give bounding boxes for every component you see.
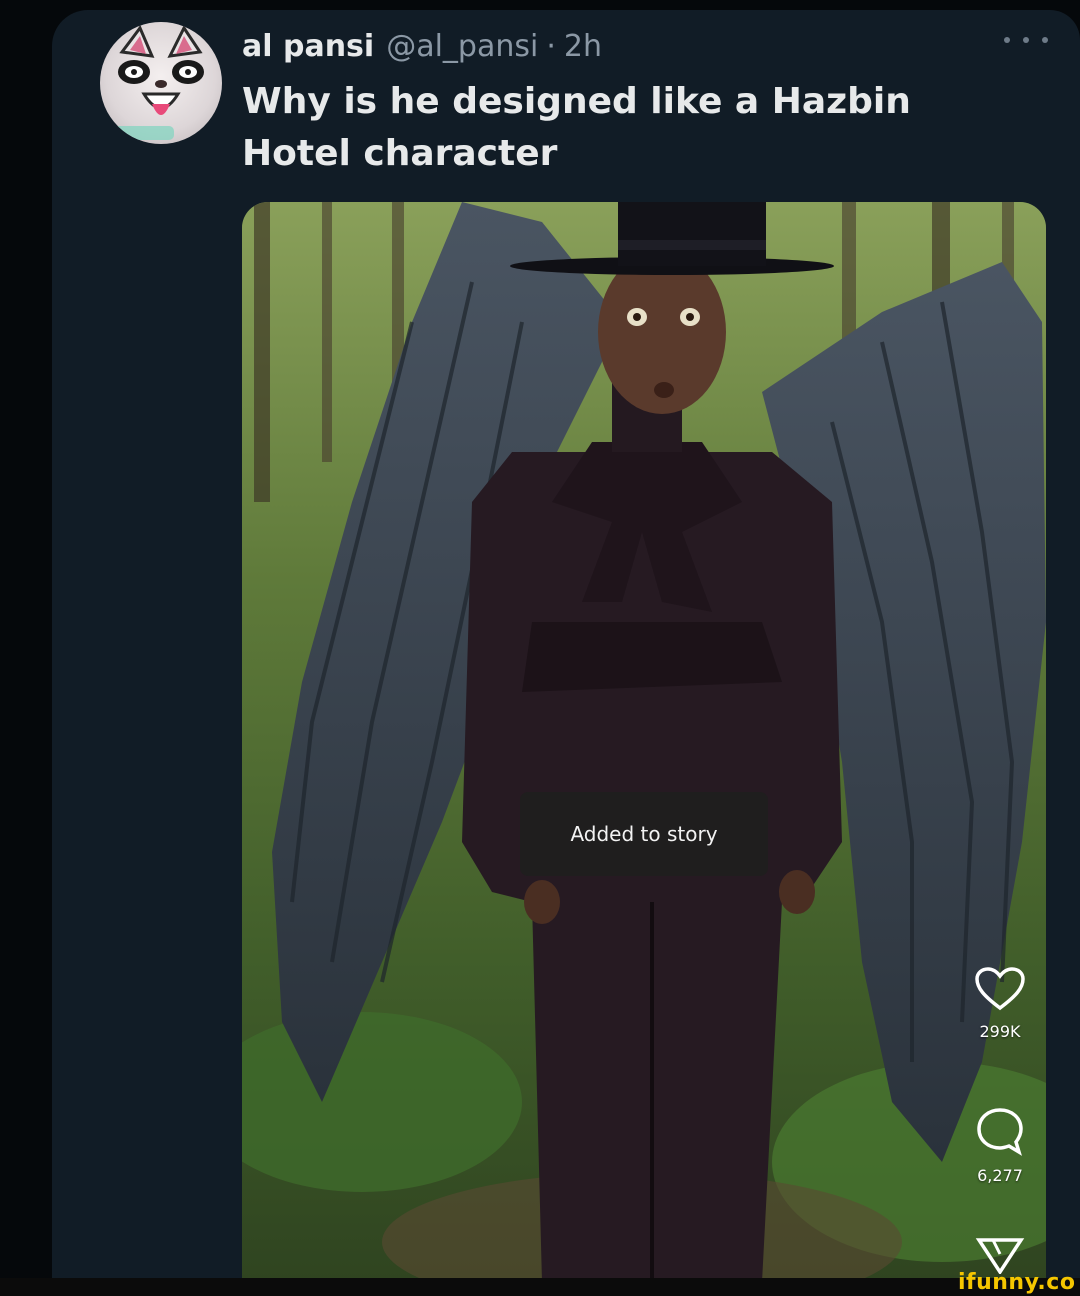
display-name[interactable]: al pansi bbox=[242, 29, 374, 64]
comment-action[interactable]: 6,277 bbox=[960, 1106, 1040, 1185]
comment-count: 6,277 bbox=[977, 1166, 1023, 1185]
more-dot bbox=[1023, 37, 1029, 43]
more-dot bbox=[1042, 37, 1048, 43]
more-dot bbox=[1004, 37, 1010, 43]
share-icon[interactable] bbox=[975, 1234, 1025, 1274]
like-count: 299K bbox=[979, 1022, 1021, 1041]
tweet-header: al pansi @al_pansi · 2h bbox=[242, 22, 602, 70]
avatar[interactable] bbox=[100, 22, 222, 144]
ifunny-watermark: ifunny.co bbox=[958, 1270, 1076, 1295]
added-to-story-toast: Added to story bbox=[520, 792, 768, 876]
bottom-bar bbox=[0, 1278, 1080, 1296]
more-options-icon[interactable] bbox=[1004, 30, 1048, 50]
like-action[interactable]: 299K bbox=[960, 966, 1040, 1041]
separator-dot: · bbox=[546, 28, 556, 64]
share-action[interactable] bbox=[960, 1234, 1040, 1274]
comment-icon[interactable] bbox=[975, 1106, 1025, 1156]
heart-icon[interactable] bbox=[974, 966, 1026, 1012]
user-handle[interactable]: @al_pansi bbox=[386, 29, 538, 64]
tweet-media[interactable]: Added to story 299K 6,277 bbox=[242, 202, 1046, 1282]
screenshot-frame: al pansi @al_pansi · 2h Why is he design… bbox=[0, 0, 1080, 1296]
tweet-text: Why is he designed like a Hazbin Hotel c… bbox=[242, 81, 911, 174]
cartoon-cat-avatar-icon bbox=[110, 25, 204, 140]
timestamp[interactable]: 2h bbox=[564, 29, 602, 64]
media-photo bbox=[242, 202, 1046, 1282]
